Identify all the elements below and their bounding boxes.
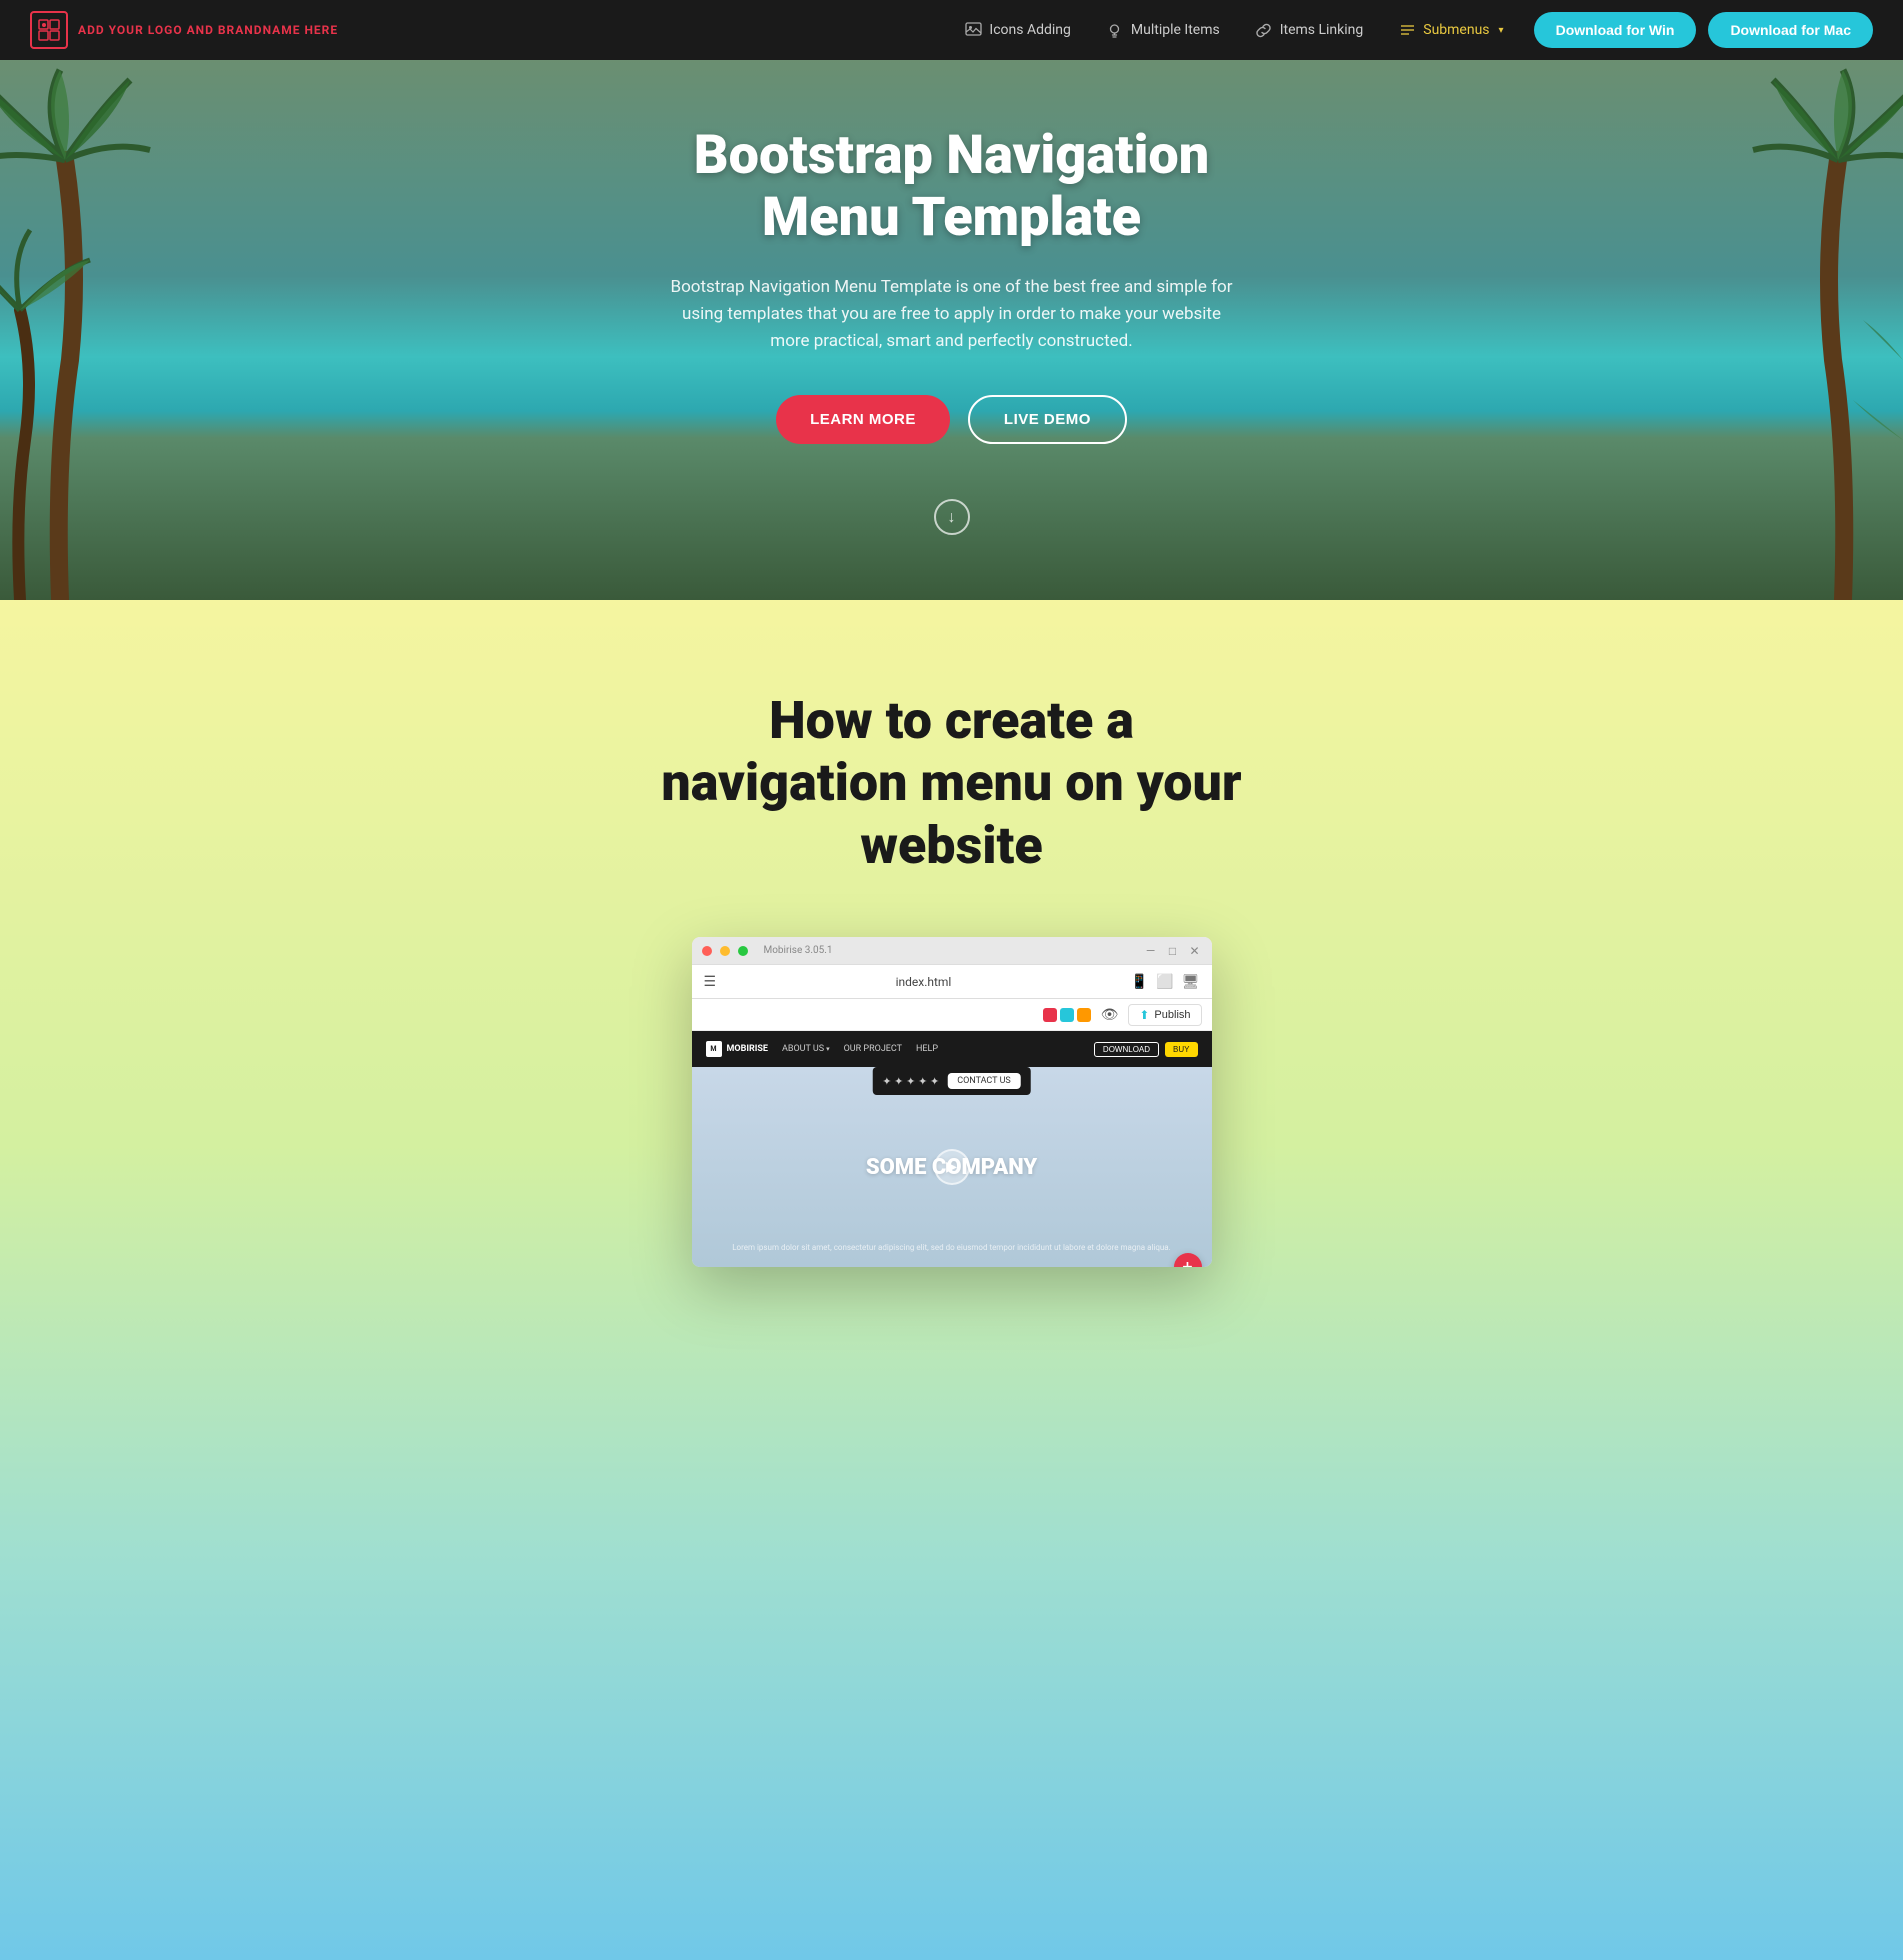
browser-topbar-right: — □ ✕ <box>1144 944 1202 958</box>
hero-title: Bootstrap Navigation Menu Template <box>622 125 1282 249</box>
address-text[interactable]: index.html <box>726 975 1121 989</box>
link-icon <box>1255 21 1273 39</box>
tablet-icon[interactable]: ⬜ <box>1156 974 1173 990</box>
hero-subtitle: Bootstrap Navigation Menu Template is on… <box>662 274 1242 356</box>
publish-button[interactable]: ⬆ Publish <box>1128 1004 1201 1026</box>
color-dot-orange[interactable] <box>1077 1008 1091 1022</box>
brand-logo-icon[interactable] <box>30 11 68 49</box>
minimize-dot[interactable] <box>720 946 730 956</box>
download-mac-button[interactable]: Download for Mac <box>1708 12 1873 48</box>
chevron-down-icon: ▾ <box>1499 25 1504 36</box>
scroll-down-arrow[interactable]: ↓ <box>934 499 970 535</box>
live-demo-button[interactable]: LIVE DEMO <box>968 395 1127 444</box>
inner-popup: ✦ ✦ ✦ ✦ ✦ CONTACT US <box>872 1067 1031 1095</box>
learn-more-button[interactable]: LEARN MORE <box>776 395 950 444</box>
color-dot-red[interactable] <box>1043 1008 1057 1022</box>
brand-name-text: ADD YOUR LOGO AND BRANDNAME HERE <box>78 23 338 37</box>
inner-nav-buttons: DOWNLOAD BUY <box>1094 1042 1198 1057</box>
upload-icon: ⬆ <box>1139 1008 1149 1022</box>
inner-site: M MOBIRISE ABOUT US ▾ OUR PROJECT HELP D… <box>692 1031 1212 1267</box>
how-to-title: How to create a navigation menu on your … <box>652 690 1252 877</box>
hamburger-icon[interactable]: ☰ <box>704 974 717 990</box>
color-swatches <box>1043 1008 1091 1022</box>
color-dot-cyan[interactable] <box>1060 1008 1074 1022</box>
nav-buttons: Download for Win Download for Mac <box>1534 12 1873 48</box>
desktop-icon[interactable]: 🖥 <box>1182 974 1200 990</box>
popup-icons: ✦ ✦ ✦ ✦ ✦ <box>882 1075 939 1088</box>
download-win-button[interactable]: Download for Win <box>1534 12 1697 48</box>
nav-item-icons-adding-label: Icons Adding <box>989 22 1070 38</box>
minimize-icon[interactable]: — <box>1144 944 1158 958</box>
hero-section: Bootstrap Navigation Menu Template Boots… <box>0 60 1903 600</box>
brand: ADD YOUR LOGO AND BRANDNAME HERE <box>30 11 338 49</box>
about-chevron: ▾ <box>826 1045 830 1053</box>
hero-buttons: LEARN MORE LIVE DEMO <box>622 395 1282 444</box>
browser-toolbar: 👁 ⬆ Publish <box>692 999 1212 1031</box>
browser-mock: Mobirise 3.05.1 — □ ✕ ☰ index.html 📱 ⬜ 🖥 <box>692 937 1212 1267</box>
browser-mock-wrapper: Mobirise 3.05.1 — □ ✕ ☰ index.html 📱 ⬜ 🖥 <box>692 937 1212 1267</box>
popup-contact-label[interactable]: CONTACT US <box>947 1073 1021 1089</box>
inner-logo-text: MOBIRISE <box>727 1044 768 1054</box>
nav-links: Icons Adding Multiple Items Items Linkin… <box>964 21 1503 39</box>
inner-download-button[interactable]: DOWNLOAD <box>1094 1042 1159 1057</box>
inner-nav-about[interactable]: ABOUT US ▾ <box>782 1044 830 1054</box>
navbar: ADD YOUR LOGO AND BRANDNAME HERE Icons A… <box>0 0 1903 60</box>
mobile-icon[interactable]: 📱 <box>1131 974 1148 990</box>
nav-item-items-linking[interactable]: Items Linking <box>1255 21 1364 39</box>
inner-hero-text: Lorem ipsum dolor sit amet, consectetur … <box>692 1242 1212 1253</box>
inner-nav-project[interactable]: OUR PROJECT <box>844 1044 902 1054</box>
close-dot[interactable] <box>702 946 712 956</box>
nav-item-items-linking-label: Items Linking <box>1280 22 1364 38</box>
browser-title-text: Mobirise 3.05.1 <box>764 945 833 956</box>
maximize-dot[interactable] <box>738 946 748 956</box>
play-button[interactable]: ▶ <box>934 1149 970 1185</box>
browser-addressbar: ☰ index.html 📱 ⬜ 🖥 <box>692 965 1212 999</box>
nav-item-icons-adding[interactable]: Icons Adding <box>964 21 1070 39</box>
menu-list-icon <box>1398 21 1416 39</box>
browser-titlebar: Mobirise 3.05.1 — □ ✕ <box>692 937 1212 965</box>
inner-logo: M MOBIRISE <box>706 1041 768 1057</box>
nav-item-submenus[interactable]: Submenus ▾ <box>1398 21 1503 39</box>
publish-label: Publish <box>1154 1009 1190 1021</box>
lightbulb-icon <box>1106 21 1124 39</box>
close-icon[interactable]: ✕ <box>1188 944 1202 958</box>
nav-item-multiple-items-label: Multiple Items <box>1131 22 1220 38</box>
inner-buy-button[interactable]: BUY <box>1165 1042 1197 1057</box>
inner-nav-links: ABOUT US ▾ OUR PROJECT HELP <box>782 1044 938 1054</box>
how-to-section: How to create a navigation menu on your … <box>0 600 1903 1960</box>
nav-item-submenus-label: Submenus <box>1423 22 1489 38</box>
inner-navbar: M MOBIRISE ABOUT US ▾ OUR PROJECT HELP D… <box>692 1031 1212 1067</box>
inner-nav-help[interactable]: HELP <box>916 1044 938 1054</box>
inner-hero: SOME COMPANY ▶ Lorem ipsum dolor sit ame… <box>692 1067 1212 1267</box>
nav-item-multiple-items[interactable]: Multiple Items <box>1106 21 1220 39</box>
hero-content: Bootstrap Navigation Menu Template Boots… <box>602 125 1302 536</box>
device-icons: 📱 ⬜ 🖥 <box>1131 974 1200 990</box>
preview-icon[interactable]: 👁 <box>1101 1007 1119 1023</box>
inner-logo-box: M <box>706 1041 722 1057</box>
image-icon <box>964 21 982 39</box>
fullscreen-icon[interactable]: □ <box>1166 944 1180 958</box>
